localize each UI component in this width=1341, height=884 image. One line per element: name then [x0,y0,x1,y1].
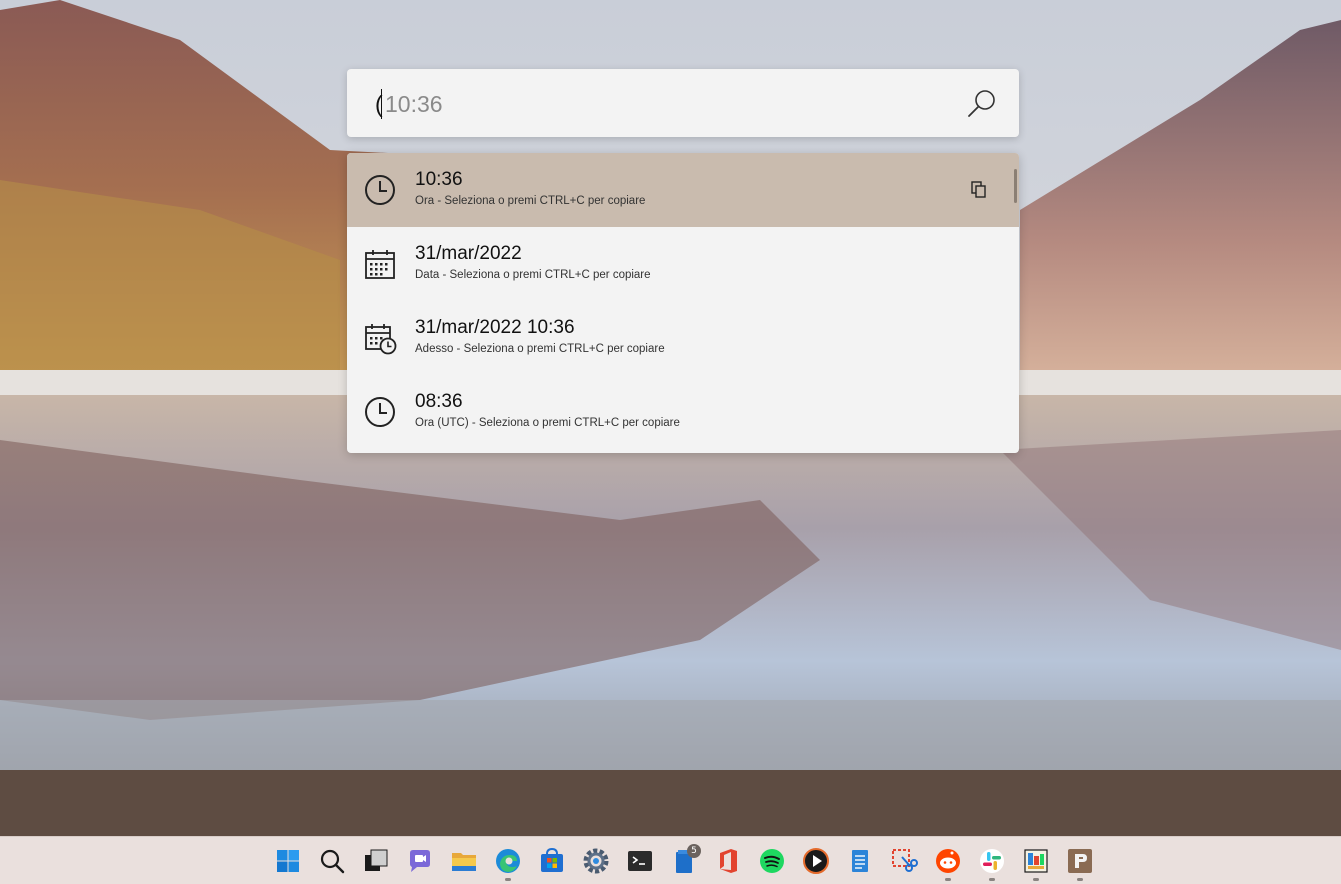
result-title: 31/mar/2022 10:36 [415,317,575,338]
notification-badge: 5 [687,844,701,858]
result-title: 10:36 [415,169,463,190]
result-item-time[interactable]: 10:36 Ora - Seleziona o premi CTRL+C per… [347,153,1019,227]
edge-running-indicator [505,878,511,881]
powertoys-icon[interactable] [1066,847,1094,875]
copy-icon[interactable] [969,180,989,200]
calendar-clock-icon [365,324,397,355]
clock-icon [365,175,395,205]
scrollbar-thumb[interactable] [1014,169,1017,203]
teams-chat-icon[interactable] [406,847,434,875]
powertoys-running-indicator [1077,878,1083,881]
photos-icon[interactable] [1022,847,1050,875]
snipping-tool-icon[interactable] [890,847,918,875]
result-title: 08:36 [415,391,463,412]
results-list: 10:36 Ora - Seleziona o premi CTRL+C per… [347,153,1019,453]
terminal-icon[interactable] [626,847,654,875]
text-caret [381,89,382,119]
search-icon[interactable] [965,87,999,121]
taskbar: 5 [0,836,1341,884]
result-item-utc-time[interactable]: 08:36 Ora (UTC) - Seleziona o premi CTRL… [347,375,1019,449]
search-icon[interactable] [318,847,346,875]
start-icon[interactable] [274,847,302,875]
task-view-icon[interactable] [362,847,390,875]
result-subtitle: Data - Seleziona o premi CTRL+C per copi… [415,269,651,281]
reddit-running-indicator [945,878,951,881]
edge-icon[interactable] [494,847,522,875]
office-icon[interactable] [714,847,742,875]
slack-icon[interactable] [978,847,1006,875]
photos-running-indicator [1033,878,1039,881]
desktop: ( 10:36 10:36 Ora - Seleziona o premi CT… [0,0,1341,884]
slack-running-indicator [989,878,995,881]
clock-icon [365,397,395,427]
store-icon[interactable] [538,847,566,875]
result-item-date[interactable]: 31/mar/2022 Data - Seleziona o premi CTR… [347,227,1019,301]
result-subtitle: Ora (UTC) - Seleziona o premi CTRL+C per… [415,417,680,429]
result-subtitle: Adesso - Seleziona o premi CTRL+C per co… [415,343,665,355]
file-explorer-icon[interactable] [450,847,478,875]
result-subtitle: Ora - Seleziona o premi CTRL+C per copia… [415,195,646,207]
result-item-now[interactable]: 31/mar/2022 10:36 Adesso - Seleziona o p… [347,301,1019,375]
calendar-icon [365,250,395,279]
search-suggestion-text: 10:36 [385,91,443,117]
media-player-icon[interactable] [802,847,830,875]
search-box[interactable]: ( 10:36 [347,69,1019,137]
result-title: 31/mar/2022 [415,243,522,264]
spotify-icon[interactable] [758,847,786,875]
notepad-icon[interactable] [846,847,874,875]
reddit-icon[interactable] [934,847,962,875]
settings-icon[interactable] [582,847,610,875]
